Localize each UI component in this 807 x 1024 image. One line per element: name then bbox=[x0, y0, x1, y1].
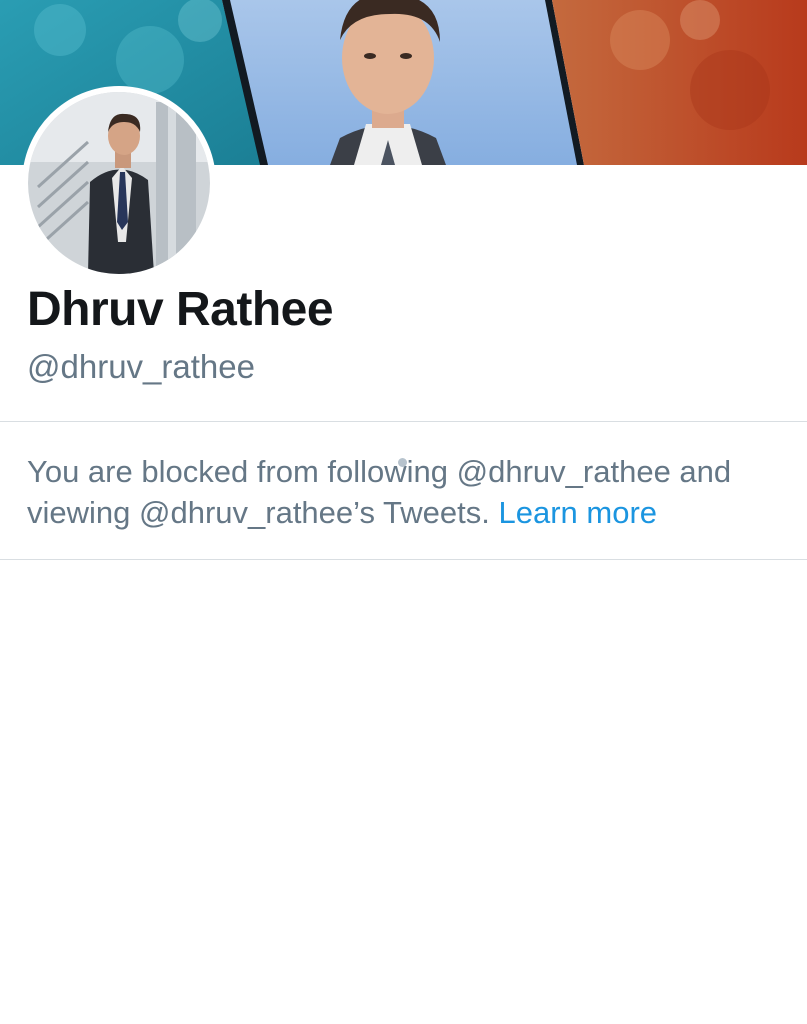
divider-top bbox=[0, 421, 807, 422]
loading-indicator-dot bbox=[398, 458, 407, 467]
avatar-image bbox=[28, 92, 210, 274]
profile-display-name: Dhruv Rathee bbox=[27, 283, 334, 336]
profile-handle: @dhruv_rathee bbox=[27, 348, 255, 385]
divider-bottom bbox=[0, 559, 807, 560]
learn-more-link[interactable]: Learn more bbox=[498, 495, 657, 530]
blocked-notice: You are blocked from following @dhruv_ra… bbox=[27, 451, 787, 533]
profile-avatar[interactable] bbox=[22, 86, 216, 280]
avatar-photo bbox=[28, 92, 210, 274]
profile-page: Dhruv Rathee @dhruv_rathee You are block… bbox=[0, 0, 807, 1024]
